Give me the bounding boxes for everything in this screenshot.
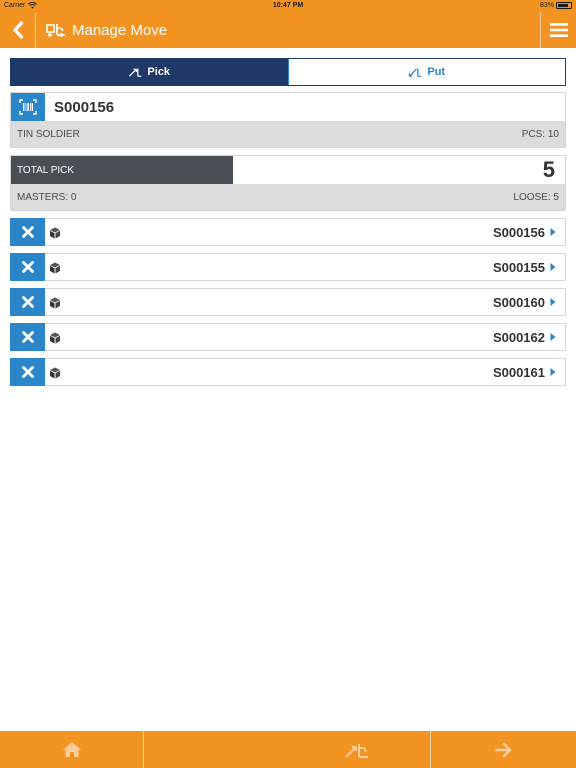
close-icon xyxy=(21,366,34,378)
loose-count: LOOSE: 5 xyxy=(513,191,559,203)
scan-details-row: TIN SOLDIER PCS: 10 xyxy=(11,121,565,147)
back-button[interactable] xyxy=(0,12,36,48)
close-icon xyxy=(21,296,34,308)
close-icon xyxy=(21,261,34,273)
home-icon xyxy=(62,742,81,757)
total-pick-card: TOTAL PICK 5 MASTERS: 0 LOOSE: 5 xyxy=(10,155,566,211)
item-code: S000162 xyxy=(492,329,545,345)
battery-indicator: 83% xyxy=(540,2,572,9)
pick-breakdown-row: MASTERS: 0 LOOSE: 5 xyxy=(11,184,565,210)
tab-pick[interactable]: Pick xyxy=(11,59,288,85)
remove-item-button[interactable] xyxy=(10,288,45,316)
forklift-pick-icon xyxy=(129,68,142,77)
battery-percent: 83% xyxy=(539,2,554,9)
list-item[interactable]: S000161 xyxy=(10,358,566,386)
item-code: S000155 xyxy=(492,259,545,275)
move-action-button[interactable] xyxy=(144,731,431,768)
pieces-count: PCS: 10 xyxy=(521,128,559,140)
list-item[interactable]: S000156 xyxy=(10,218,566,246)
list-item[interactable]: S000160 xyxy=(10,288,566,316)
tab-put[interactable]: Put xyxy=(287,59,565,85)
chevron-right-icon xyxy=(550,263,556,271)
close-icon xyxy=(21,226,34,238)
total-pick-progress-bar: TOTAL PICK xyxy=(11,156,233,184)
next-button[interactable] xyxy=(431,731,576,768)
box-icon xyxy=(50,297,60,309)
close-icon xyxy=(21,331,34,343)
item-code: S000161 xyxy=(492,364,545,380)
bottom-toolbar xyxy=(0,731,576,768)
remove-item-button[interactable] xyxy=(10,253,45,281)
item-code: S000156 xyxy=(492,224,545,240)
scanned-code: S000156 xyxy=(54,98,115,116)
remove-item-button[interactable] xyxy=(10,323,45,351)
list-item[interactable]: S000162 xyxy=(10,323,566,351)
remove-item-button[interactable] xyxy=(10,358,45,386)
tab-put-label: Put xyxy=(427,66,446,78)
hamburger-icon xyxy=(549,23,568,37)
scan-row[interactable]: S000156 xyxy=(11,93,565,121)
page-title: Manage Move xyxy=(72,21,168,39)
item-description: TIN SOLDIER xyxy=(17,128,80,140)
box-icon xyxy=(50,262,60,274)
menu-button[interactable] xyxy=(540,12,576,48)
chevron-right-icon xyxy=(550,298,556,306)
chevron-right-icon xyxy=(550,228,556,236)
list-item[interactable]: S000155 xyxy=(10,253,566,281)
item-code: S000160 xyxy=(492,294,545,310)
remove-item-button[interactable] xyxy=(10,218,45,246)
battery-icon xyxy=(556,2,572,9)
chevron-right-icon xyxy=(550,368,556,376)
total-pick-label: TOTAL PICK xyxy=(17,164,75,176)
barcode-scan-button[interactable] xyxy=(11,93,45,121)
page-title-group: Manage Move xyxy=(46,12,167,48)
total-pick-row: TOTAL PICK 5 xyxy=(11,156,565,184)
forklift-icon xyxy=(345,743,368,758)
status-bar: Carrier 10:47 PM 83% xyxy=(0,0,576,12)
masters-count: MASTERS: 0 xyxy=(17,191,77,203)
box-icon xyxy=(50,367,60,379)
box-icon xyxy=(50,227,60,239)
arrow-right-icon xyxy=(494,742,511,757)
scan-card: S000156 TIN SOLDIER PCS: 10 xyxy=(10,92,566,148)
box-icon xyxy=(50,332,60,344)
chevron-right-icon xyxy=(550,333,556,341)
home-button[interactable] xyxy=(0,731,144,768)
chevron-left-icon xyxy=(12,21,23,39)
total-pick-count: 5 xyxy=(542,157,555,182)
forklift-put-icon xyxy=(409,68,422,77)
pick-put-tabs: Pick Put xyxy=(10,58,566,86)
forklift-icon xyxy=(46,24,65,37)
tab-pick-label: Pick xyxy=(147,66,171,78)
nav-bar: Manage Move xyxy=(0,12,576,48)
barcode-icon xyxy=(19,99,37,115)
clock: 10:47 PM xyxy=(272,2,304,9)
